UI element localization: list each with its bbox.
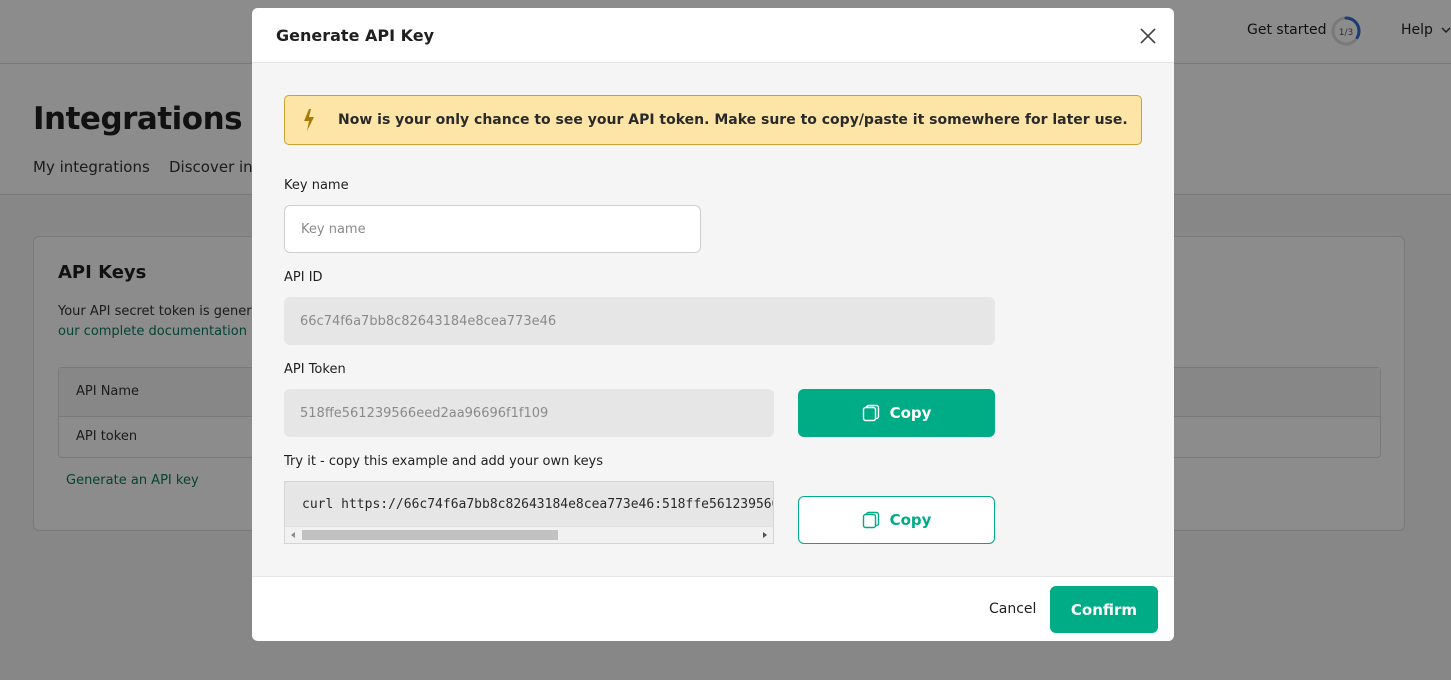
api-id-label: API ID — [284, 270, 323, 285]
try-it-label: Try it - copy this example and add your … — [284, 454, 604, 469]
copy-token-button[interactable]: Copy — [798, 389, 995, 437]
api-id-field[interactable]: 66c74f6a7bb8c82643184e8cea773e46 — [284, 297, 995, 345]
modal-footer: Cancel Confirm — [252, 576, 1174, 641]
alert-text: Now is your only chance to see your API … — [338, 112, 1128, 128]
key-name-label: Key name — [284, 178, 349, 193]
copy-icon — [862, 404, 879, 422]
key-name-input[interactable] — [284, 205, 701, 253]
horizontal-scrollbar[interactable] — [285, 526, 773, 543]
cancel-button[interactable]: Cancel — [989, 601, 1036, 617]
copy-example-button[interactable]: Copy — [798, 496, 995, 544]
scroll-left-icon[interactable] — [289, 531, 297, 539]
copy-token-label: Copy — [889, 404, 932, 422]
copy-example-label: Copy — [889, 511, 932, 529]
close-icon[interactable] — [1138, 26, 1158, 46]
scrollbar-thumb[interactable] — [302, 530, 558, 540]
generate-api-key-modal: Generate API Key Now is your only chance… — [252, 8, 1174, 641]
confirm-button[interactable]: Confirm — [1050, 586, 1158, 633]
modal-title: Generate API Key — [276, 26, 435, 45]
scroll-right-icon[interactable] — [761, 531, 769, 539]
warning-alert: Now is your only chance to see your API … — [284, 95, 1142, 145]
example-command-box[interactable]: curl https://66c74f6a7bb8c82643184e8cea7… — [284, 481, 774, 544]
api-token-label: API Token — [284, 362, 346, 377]
api-token-field[interactable]: 518ffe561239566eed2aa96696f1f109 — [284, 389, 774, 437]
example-command: curl https://66c74f6a7bb8c82643184e8cea7… — [302, 497, 773, 512]
modal-header: Generate API Key — [252, 8, 1174, 63]
copy-icon — [862, 511, 879, 529]
lightning-icon — [304, 109, 314, 131]
